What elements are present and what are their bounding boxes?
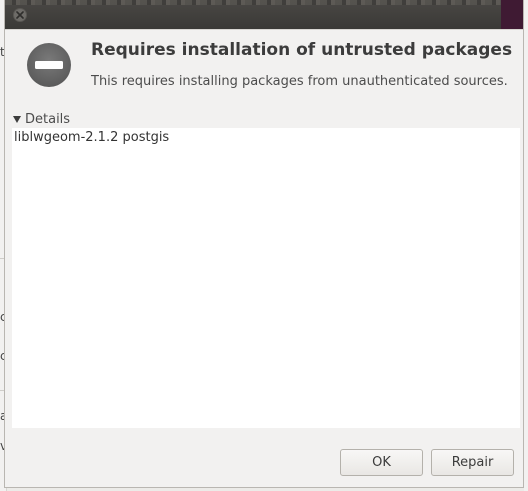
screen: t c c a v Requires installation of untru…	[0, 0, 528, 491]
list-item: liblwgeom-2.1.2 postgis	[14, 130, 170, 145]
expander-triangle-icon	[13, 115, 21, 123]
stop-icon	[27, 43, 71, 87]
repair-button[interactable]: Repair	[431, 449, 514, 476]
background-app-edge-right	[524, 0, 528, 491]
close-button[interactable]	[13, 8, 27, 22]
close-icon	[16, 11, 24, 19]
details-expander-label: Details	[25, 111, 71, 127]
untrusted-packages-dialog: Requires installation of untrusted packa…	[4, 0, 524, 488]
titlebar-separator	[5, 29, 523, 30]
details-expander[interactable]: Details	[13, 111, 70, 127]
ok-button[interactable]: OK	[340, 449, 423, 476]
titlebar	[5, 0, 523, 29]
dialog-message: This requires installing packages from u…	[91, 74, 508, 89]
details-list[interactable]: liblwgeom-2.1.2 postgis	[12, 128, 520, 428]
titlebar-background-text	[5, 0, 523, 5]
background-window-accent	[501, 0, 523, 29]
dialog-heading: Requires installation of untrusted packa…	[91, 40, 513, 60]
